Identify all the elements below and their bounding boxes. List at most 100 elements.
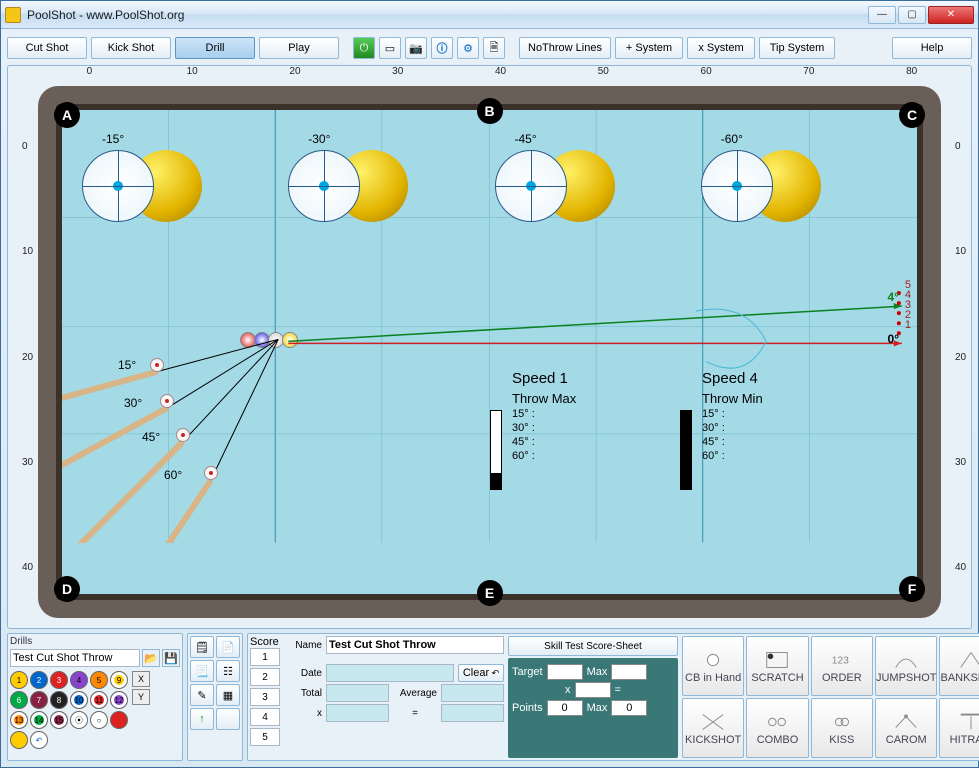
score-sheet-button[interactable]: Skill Test Score-Sheet: [508, 636, 678, 656]
mode-bankshot[interactable]: BANKSHOT: [939, 636, 979, 696]
name-label: Name: [284, 640, 322, 651]
angle-label-45: 45°: [142, 430, 160, 444]
diagram-angle-30: -30°: [308, 132, 330, 146]
felt[interactable]: A B C D E F -15° -30° -45° -60°: [56, 104, 923, 600]
play-button[interactable]: Play: [259, 37, 339, 59]
drill-name-input[interactable]: [10, 649, 140, 667]
help-button[interactable]: Help: [892, 37, 972, 59]
pool-table: A B C D E F -15° -30° -45° -60°: [38, 86, 941, 618]
score-slot-5[interactable]: 5: [250, 728, 280, 746]
x2-input[interactable]: [575, 682, 611, 698]
speed-1-meter: [490, 410, 502, 490]
mode-cb-in-hand[interactable]: CB in Hand: [682, 636, 744, 696]
camera-icon[interactable]: 📷: [405, 37, 427, 59]
ball-4[interactable]: 4: [70, 671, 88, 689]
maximize-button[interactable]: ▢: [898, 6, 926, 24]
ball-7[interactable]: 7: [30, 691, 48, 709]
mode-hitrail[interactable]: HITRAIL: [939, 698, 979, 758]
yellow-ball[interactable]: [10, 731, 28, 749]
date-input[interactable]: [326, 664, 454, 682]
x-system-button[interactable]: x System: [687, 37, 755, 59]
list-icon[interactable]: ☷: [216, 660, 240, 682]
score-name-input[interactable]: [326, 636, 504, 654]
eq-input[interactable]: [441, 704, 504, 722]
ball-12[interactable]: 12: [110, 691, 128, 709]
mode-carom[interactable]: CAROM: [875, 698, 938, 758]
ball-11[interactable]: 11: [90, 691, 108, 709]
pool-table-view[interactable]: 01020304050607080 010203040 010203040 A …: [7, 65, 972, 629]
minimize-button[interactable]: —: [868, 6, 896, 24]
mode-combo[interactable]: COMBO: [746, 698, 808, 758]
ghost-ball[interactable]: ○: [90, 711, 108, 729]
doc-icon[interactable]: 📄: [216, 636, 240, 658]
speed-4-box: Speed 4 Throw Min 15° : 30° : 45° : 60° …: [702, 370, 763, 464]
grid-icon[interactable]: ▦: [216, 684, 240, 706]
angle-label-60: 60°: [164, 468, 182, 482]
crosshair-icon: [495, 150, 567, 222]
screen-icon[interactable]: ▭: [379, 37, 401, 59]
max2-input[interactable]: [611, 700, 647, 716]
ruler-top: 01020304050607080: [38, 66, 963, 82]
page-icon[interactable]: 📃: [190, 660, 214, 682]
ball-1[interactable]: 1: [10, 671, 28, 689]
kick-shot-button[interactable]: Kick Shot: [91, 37, 171, 59]
mode-kiss[interactable]: KISS: [811, 698, 873, 758]
ball-2[interactable]: 2: [30, 671, 48, 689]
cue-ball[interactable]: ⦿: [70, 711, 88, 729]
max-label: Max: [587, 666, 608, 678]
cut-shot-button[interactable]: Cut Shot: [7, 37, 87, 59]
close-button[interactable]: ✕: [928, 6, 974, 24]
note-icon[interactable]: 🗒: [190, 636, 214, 658]
nothrow-button[interactable]: NoThrow Lines: [519, 37, 611, 59]
save-icon[interactable]: 💾: [162, 649, 180, 667]
ball-13[interactable]: 13: [10, 711, 28, 729]
score-slot-2[interactable]: 2: [250, 668, 280, 686]
ball-5[interactable]: 5: [90, 671, 108, 689]
ghost-ball-30: [160, 394, 174, 408]
score-slot-1[interactable]: 1: [250, 648, 280, 666]
ball-9[interactable]: 9: [110, 671, 128, 689]
mode-order[interactable]: 123ORDER: [811, 636, 873, 696]
pocket-c: C: [899, 102, 925, 128]
target-input[interactable]: [547, 664, 583, 680]
ball-6[interactable]: 6: [10, 691, 28, 709]
ruler-left: 010203040: [22, 94, 36, 620]
date-label: Date: [284, 668, 322, 679]
open-icon[interactable]: 📂: [142, 649, 160, 667]
gear-icon[interactable]: ⚙: [457, 37, 479, 59]
mode-scratch[interactable]: SCRATCH: [746, 636, 808, 696]
doc-icon[interactable]: 🗎: [483, 37, 505, 59]
x-button[interactable]: X: [132, 671, 150, 687]
y-button[interactable]: Y: [132, 689, 150, 705]
score-slot-4[interactable]: 4: [250, 708, 280, 726]
pocket-f: F: [899, 576, 925, 602]
drill-button[interactable]: Drill: [175, 37, 255, 59]
total-input[interactable]: [326, 684, 389, 702]
ball-14[interactable]: 14: [30, 711, 48, 729]
edit-icon[interactable]: ✎: [190, 684, 214, 706]
x-input[interactable]: [326, 704, 389, 722]
average-label: Average: [393, 688, 437, 699]
plus-system-button[interactable]: + System: [615, 37, 683, 59]
blank-icon[interactable]: [216, 708, 240, 730]
main-toolbar: Cut Shot Kick Shot Drill Play ⏻ ▭ 📷 ⓘ ⚙ …: [7, 35, 972, 61]
ball-10[interactable]: 10: [70, 691, 88, 709]
ball-3[interactable]: 3: [50, 671, 68, 689]
ball-8[interactable]: 8: [50, 691, 68, 709]
ball-15[interactable]: 15: [50, 711, 68, 729]
points-input[interactable]: [547, 700, 583, 716]
mode-jumpshot[interactable]: JUMPSHOT: [875, 636, 938, 696]
titlebar: PoolShot - www.PoolShot.org — ▢ ✕: [1, 1, 978, 29]
undo-icon[interactable]: ↶: [30, 731, 48, 749]
red-ball[interactable]: [110, 711, 128, 729]
score-slot-3[interactable]: 3: [250, 688, 280, 706]
average-input[interactable]: [441, 684, 504, 702]
max2-label: Max: [587, 702, 608, 714]
arrow-icon[interactable]: ↑: [190, 708, 214, 730]
info-icon[interactable]: ⓘ: [431, 37, 453, 59]
max-input[interactable]: [611, 664, 647, 680]
clear-button[interactable]: Clear ↶: [458, 664, 504, 682]
tip-system-button[interactable]: Tip System: [759, 37, 835, 59]
power-icon[interactable]: ⏻: [353, 37, 375, 59]
mode-kickshot[interactable]: KICKSHOT: [682, 698, 744, 758]
